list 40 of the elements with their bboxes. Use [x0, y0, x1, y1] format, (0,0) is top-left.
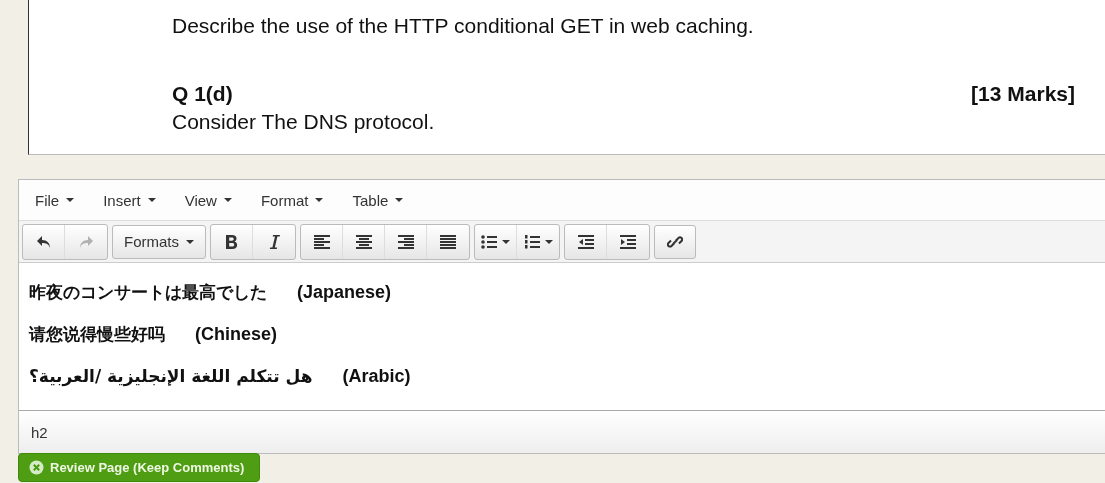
formats-dropdown[interactable]: Formats [112, 224, 206, 259]
bold-icon [225, 233, 238, 250]
language-label: (Arabic) [342, 365, 411, 387]
caret-icon [315, 198, 324, 202]
caret-icon [544, 239, 553, 244]
menu-item[interactable]: View [174, 187, 242, 213]
caret-icon [66, 198, 75, 202]
numbered-list-icon [523, 234, 540, 249]
indent-icon [620, 234, 636, 249]
menu-item[interactable]: Insert [93, 187, 166, 213]
bullet-list-icon [481, 234, 497, 249]
marks-label: [13 Marks] [971, 81, 1075, 107]
undo-icon [35, 234, 52, 249]
link-icon [667, 233, 683, 250]
italic-icon [268, 233, 280, 250]
language-label: (Japanese) [297, 281, 392, 303]
menu-item[interactable]: Format [250, 187, 334, 213]
caret-icon [395, 198, 404, 202]
sample-text: هل تتكلم اللغة الإنجليزية /العربية؟ [29, 366, 313, 386]
caret-icon [147, 198, 156, 202]
caret-icon [502, 239, 510, 244]
sample-text: 昨夜のコンサートは最高でした [29, 280, 267, 304]
outdent-icon [577, 234, 594, 249]
align-center-icon [355, 234, 372, 249]
question-text: Consider The DNS protocol. [172, 109, 436, 135]
justify-icon [440, 234, 456, 249]
menu-item[interactable]: File [25, 187, 85, 213]
redo-icon [78, 234, 94, 249]
element-path: h2 [31, 423, 48, 441]
caret-icon [186, 239, 194, 244]
align-left-icon [313, 234, 330, 249]
sample-text: 请您说得慢些好吗 [29, 322, 165, 346]
menu-item[interactable]: Table [342, 187, 414, 213]
question-text: Describe the use of the HTTP conditional GET in web caching. [172, 13, 755, 39]
language-label: (Chinese) [195, 323, 277, 345]
question-number: Q 1(d) [172, 81, 233, 107]
link-button[interactable] [654, 224, 696, 259]
align-right-icon [397, 234, 414, 249]
caret-icon [223, 198, 232, 202]
close-icon [29, 460, 44, 475]
